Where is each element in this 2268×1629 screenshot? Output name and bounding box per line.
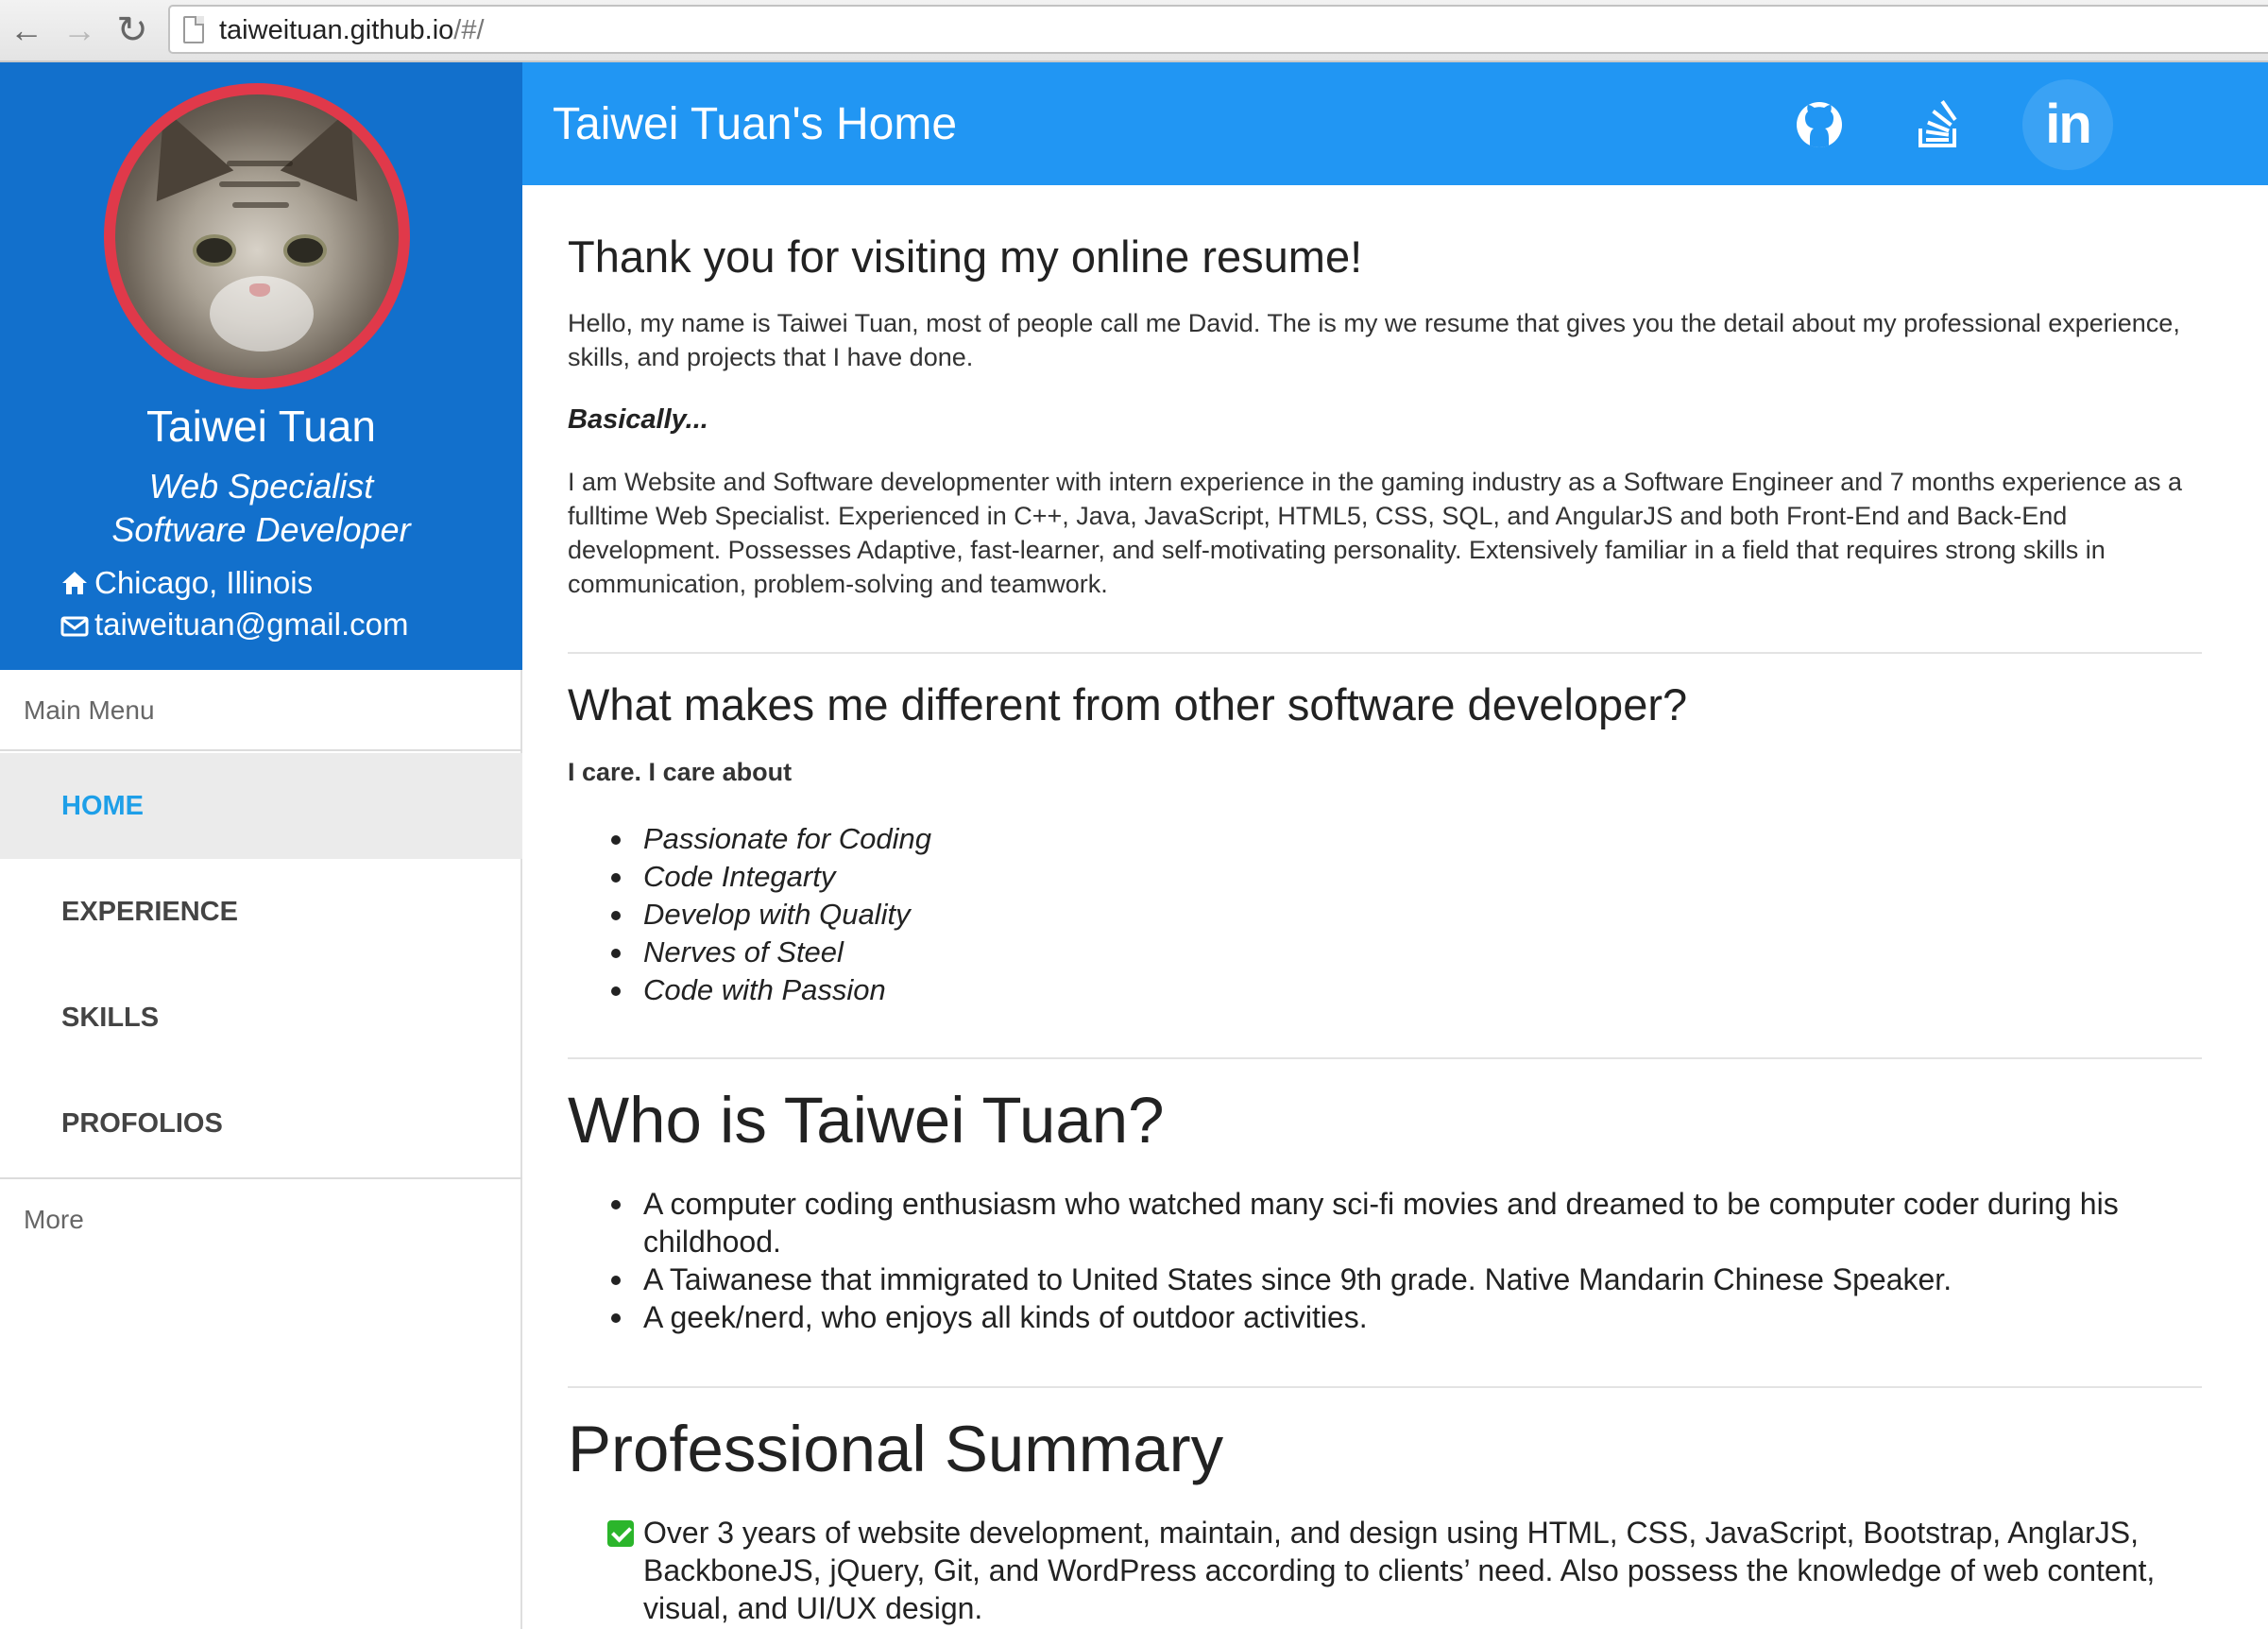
github-icon xyxy=(1797,102,1842,147)
avatar xyxy=(104,83,410,389)
care-list: Passionate for Coding Code Integarty Dev… xyxy=(568,820,2174,1009)
page-icon xyxy=(183,16,204,43)
linkedin-link[interactable]: in xyxy=(2022,79,2113,170)
url-text[interactable]: taiweituan.github.io/#/ xyxy=(219,15,485,46)
basically-heading: Basically... xyxy=(568,404,708,435)
who-list: A computer coding enthusiasm who watched… xyxy=(568,1185,2174,1336)
home-icon xyxy=(62,572,87,594)
section-divider xyxy=(568,1057,2202,1059)
envelope-icon xyxy=(60,616,89,637)
who-heading: Who is Taiwei Tuan? xyxy=(568,1084,1165,1157)
location-text: Chicago, Illinois xyxy=(94,565,314,600)
profile-card: Taiwei Tuan Web Specialist Software Deve… xyxy=(0,62,522,670)
site-title: Taiwei Tuan's Home xyxy=(553,99,958,149)
list-item: A Taiwanese that immigrated to United St… xyxy=(568,1260,2174,1298)
avatar-stripe xyxy=(232,202,289,208)
avatar-stripe xyxy=(219,181,300,187)
menu-item-profolios[interactable]: PROFOLIOS xyxy=(0,1071,522,1176)
intro-heading: Thank you for visiting my online resume! xyxy=(568,231,1363,282)
profile-location: Chicago, Illinois xyxy=(60,565,313,601)
avatar-eye xyxy=(193,234,236,266)
more-menu-label: More xyxy=(0,1177,522,1259)
summary-heading: Professional Summary xyxy=(568,1413,1224,1485)
github-link[interactable] xyxy=(1774,79,1865,170)
list-item: Nerves of Steel xyxy=(568,934,2174,971)
profile-name: Taiwei Tuan xyxy=(146,402,376,451)
main-menu-label: Main Menu xyxy=(0,670,522,751)
avatar-eye xyxy=(283,234,327,266)
list-item: Passionate for Coding xyxy=(568,820,2174,858)
different-heading: What makes me different from other softw… xyxy=(568,679,1688,729)
intro-paragraph-2: I am Website and Software developmenter … xyxy=(568,468,2182,598)
list-item: A computer coding enthusiasm who watched… xyxy=(568,1185,2174,1260)
different-lead: I care. I care about xyxy=(568,758,793,786)
url-path: /#/ xyxy=(453,15,485,45)
email-text: taiweituan@gmail.com xyxy=(94,607,409,642)
avatar-nose xyxy=(249,283,270,297)
summary-text: Over 3 years of website development, mai… xyxy=(643,1516,2156,1625)
checkbox-icon xyxy=(607,1520,634,1547)
back-arrow-icon[interactable]: ← xyxy=(6,9,47,51)
list-item: Develop with Quality xyxy=(568,896,2174,934)
menu-item-skills[interactable]: SKILLS xyxy=(0,965,522,1071)
intro-paragraph: Hello, my name is Taiwei Tuan, most of p… xyxy=(568,309,2180,371)
section-divider xyxy=(568,1386,2202,1388)
menu-item-home[interactable]: HOME xyxy=(0,753,522,859)
sidebar: Taiwei Tuan Web Specialist Software Deve… xyxy=(0,62,522,1629)
stackoverflow-link[interactable] xyxy=(1894,79,1985,170)
profile-role: Web Specialist xyxy=(148,467,374,506)
forward-arrow-icon[interactable]: → xyxy=(59,9,100,51)
avatar-ear xyxy=(125,94,234,202)
menu-item-experience[interactable]: EXPERIENCE xyxy=(0,859,522,965)
header-bar: Taiwei Tuan's Home in xyxy=(522,62,2268,185)
list-item: A geek/nerd, who enjoys all kinds of out… xyxy=(568,1298,2174,1336)
profile-email[interactable]: taiweituan@gmail.com xyxy=(60,607,408,643)
avatar-stripe xyxy=(227,161,293,166)
profile-role: Software Developer xyxy=(111,510,411,549)
list-item: Code Integarty xyxy=(568,858,2174,896)
linkedin-icon: in xyxy=(2045,94,2092,155)
reload-icon[interactable]: ↻ xyxy=(111,9,153,51)
url-host: taiweituan.github.io xyxy=(219,15,454,45)
stackoverflow-icon xyxy=(1918,100,1957,147)
address-bar[interactable]: taiweituan.github.io/#/ xyxy=(168,5,2268,54)
browser-toolbar: ← → ↻ taiweituan.github.io/#/ xyxy=(0,0,2268,62)
section-divider xyxy=(568,652,2202,654)
list-item: Code with Passion xyxy=(568,971,2174,1009)
summary-item: Over 3 years of website development, mai… xyxy=(592,1514,2198,1627)
